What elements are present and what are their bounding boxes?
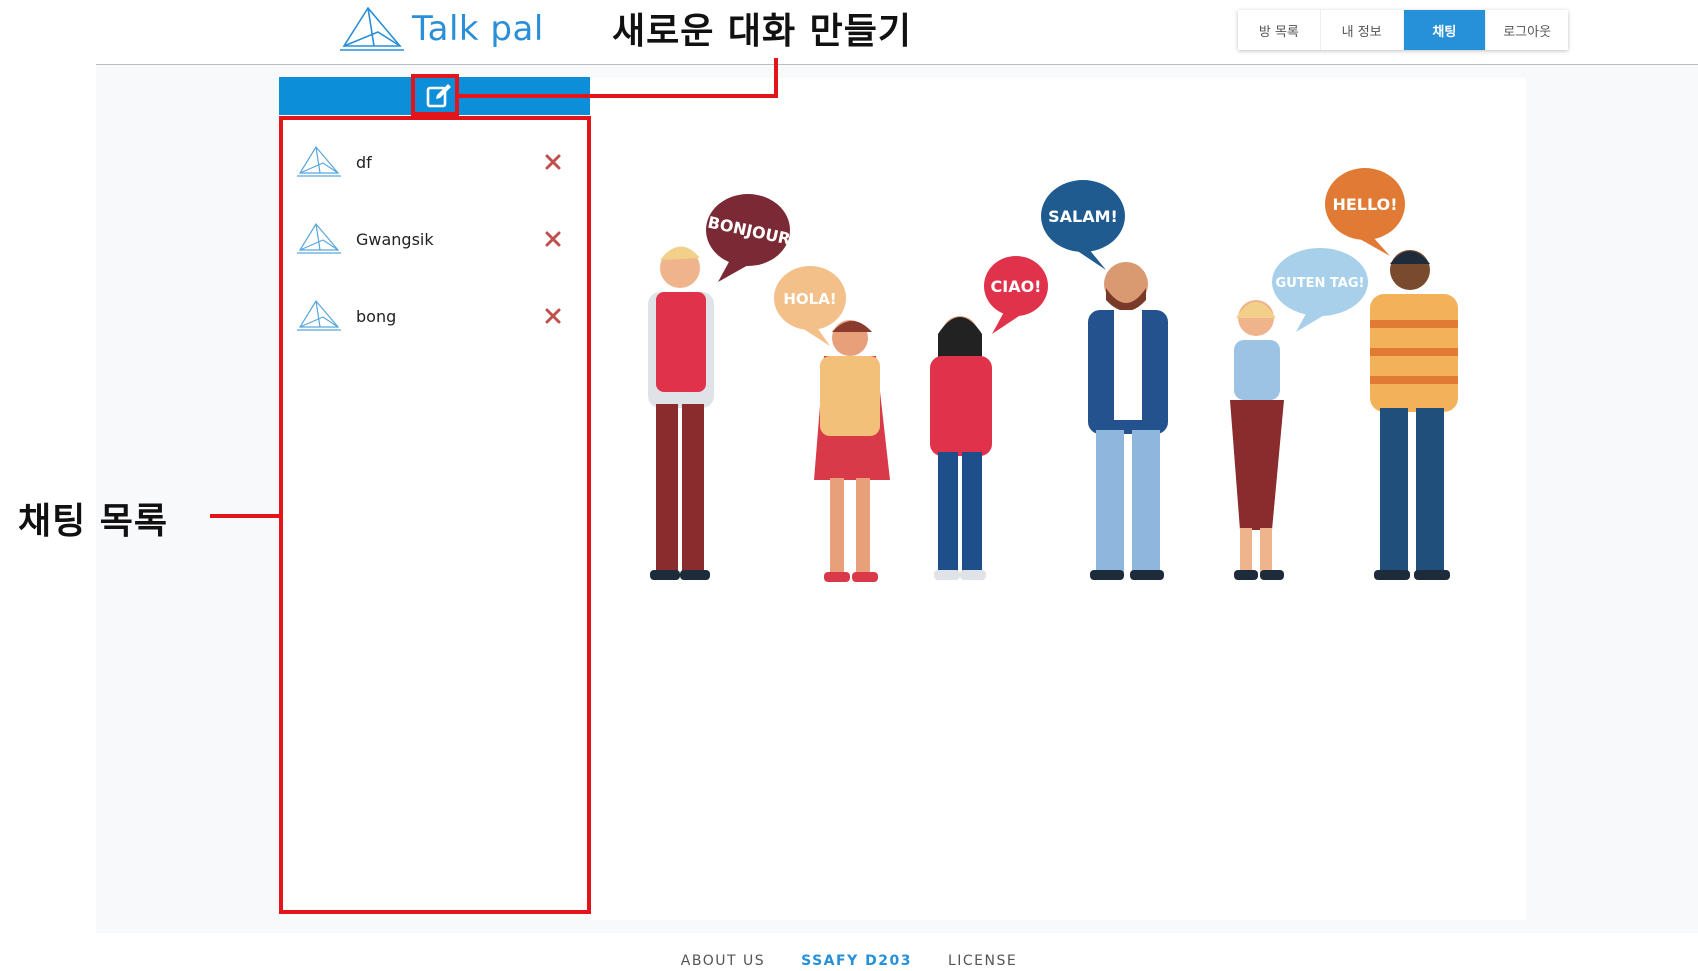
person-figure bbox=[1230, 300, 1284, 580]
annotation-chat-list-label: 채팅 목록 bbox=[18, 501, 169, 542]
logo-text: Talk pal bbox=[412, 9, 544, 49]
person-figure bbox=[1370, 250, 1458, 580]
annotation-new-chat-highlight bbox=[411, 74, 459, 116]
person-figure bbox=[814, 320, 890, 582]
app-root: Talk pal 새로운 대화 만들기 방 목록 내 정보 채팅 로그아웃 df bbox=[0, 0, 1698, 971]
person-figure bbox=[648, 246, 714, 580]
people-chatting-illustration: BONJOUR HOLA! CIAO! SALAM! GUTEN TAG! HE… bbox=[648, 168, 1458, 582]
footer-brand-link[interactable]: SSAFY D203 bbox=[801, 953, 912, 969]
annotation-connector-line bbox=[210, 514, 282, 518]
bubble-salam: SALAM! bbox=[1048, 207, 1118, 226]
footer-about-link[interactable]: ABOUT US bbox=[681, 953, 765, 969]
person-figure bbox=[1088, 262, 1168, 580]
nav-logout[interactable]: 로그아웃 bbox=[1486, 10, 1568, 50]
annotation-connector-line bbox=[774, 58, 778, 98]
nav-room-list[interactable]: 방 목록 bbox=[1238, 10, 1321, 50]
logo[interactable]: Talk pal bbox=[338, 6, 544, 52]
annotation-new-chat-label: 새로운 대화 만들기 bbox=[612, 11, 913, 52]
person-figure bbox=[930, 316, 992, 580]
footer-license-link[interactable]: LICENSE bbox=[948, 953, 1017, 969]
speech-bubbles: BONJOUR HOLA! CIAO! SALAM! GUTEN TAG! HE… bbox=[706, 168, 1405, 346]
bubble-hello: HELLO! bbox=[1332, 195, 1397, 214]
paper-plane-logo-icon bbox=[340, 6, 404, 51]
top-nav: 방 목록 내 정보 채팅 로그아웃 bbox=[1238, 10, 1568, 50]
footer: ABOUT US SSAFY D203 LICENSE bbox=[0, 953, 1698, 969]
annotation-connector-line bbox=[458, 94, 778, 98]
bubble-ciao: CIAO! bbox=[991, 277, 1042, 296]
annotation-chat-list-highlight bbox=[279, 116, 591, 914]
bubble-guten-tag: GUTEN TAG! bbox=[1276, 276, 1365, 291]
nav-chat[interactable]: 채팅 bbox=[1403, 10, 1487, 50]
nav-my-info[interactable]: 내 정보 bbox=[1321, 10, 1404, 50]
bubble-hola: HOLA! bbox=[783, 290, 836, 308]
